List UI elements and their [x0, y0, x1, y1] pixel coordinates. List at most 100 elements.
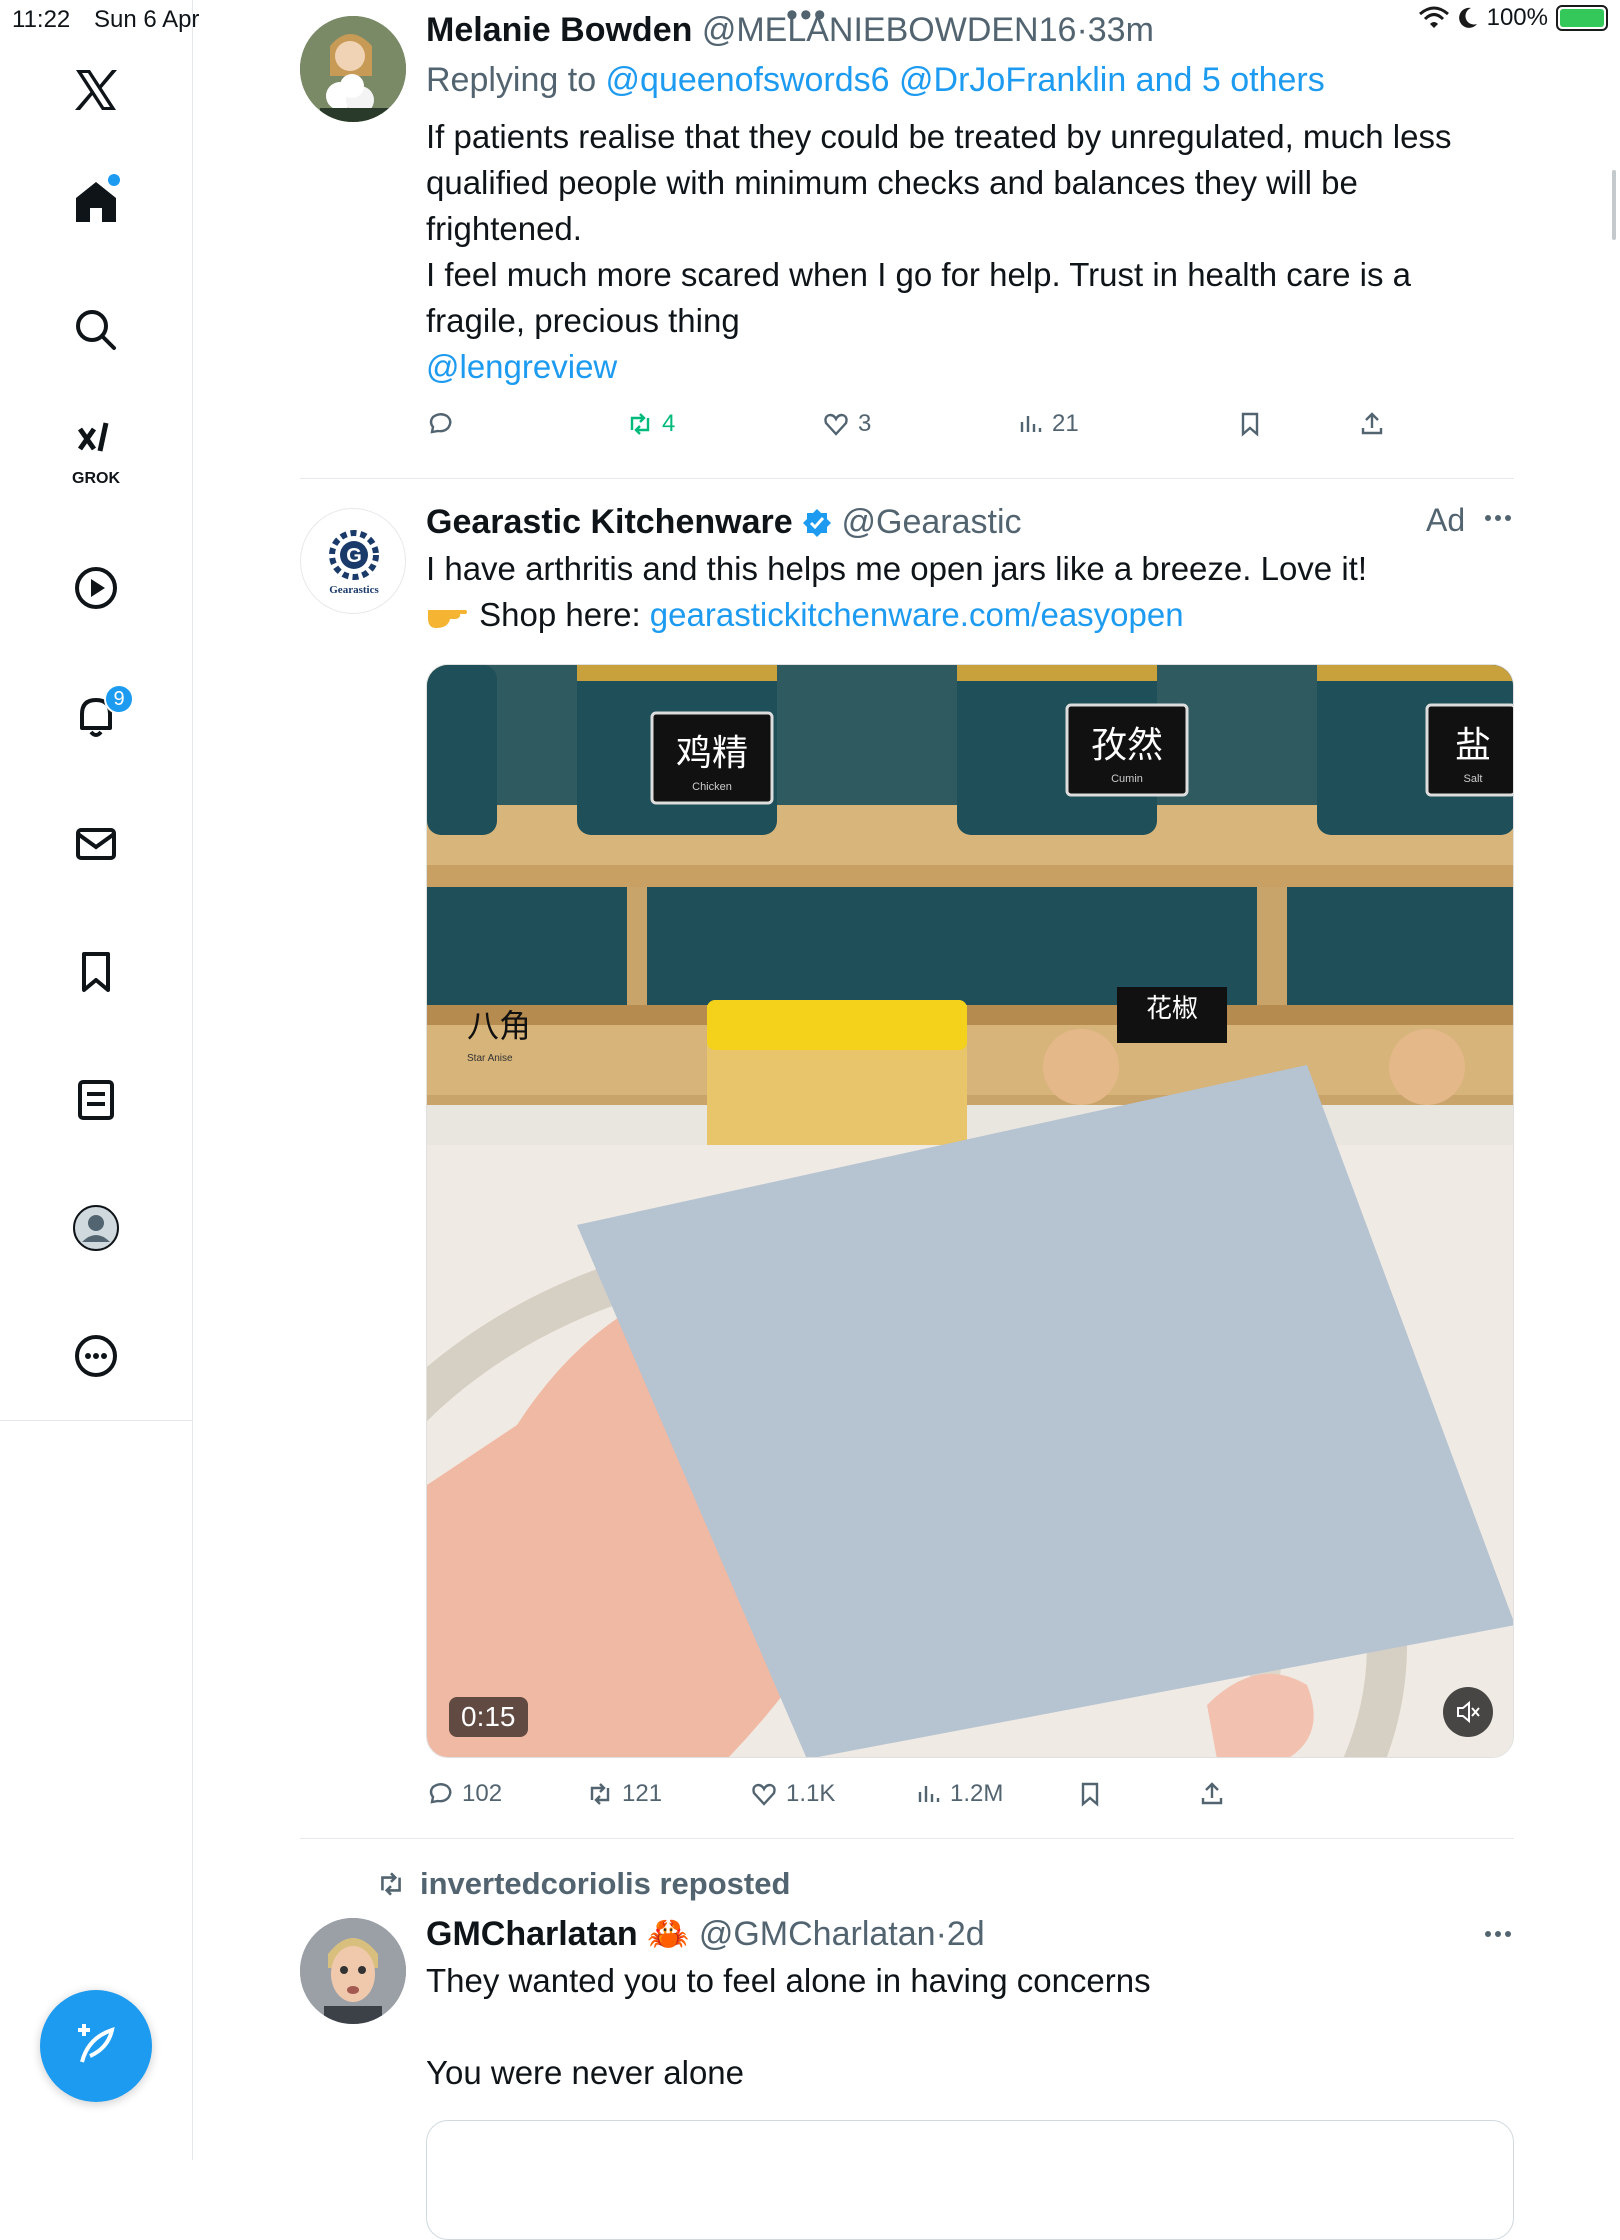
tweet-text-line: If patients realise that they could be t…	[426, 118, 1452, 155]
video-icon	[75, 567, 117, 609]
tweet-time[interactable]: 33m	[1088, 11, 1154, 49]
bookmark-button[interactable]	[1236, 410, 1264, 438]
notifications-badge: 9	[104, 684, 134, 714]
grok-icon	[77, 422, 109, 452]
reply-count: 102	[462, 1780, 503, 1807]
views-button[interactable]: 1.2M	[914, 1780, 1003, 1808]
lists-icon	[78, 1080, 114, 1120]
views-count: 21	[1052, 410, 1079, 437]
tweet-header: Melanie Bowden @MELANIEBOWDEN16·33m	[426, 11, 1154, 49]
tweet-divider	[300, 1838, 1514, 1839]
share-icon	[1201, 1782, 1223, 1805]
scrollbar[interactable]	[1612, 170, 1616, 240]
like-button[interactable]: 3	[822, 410, 871, 438]
shop-prefix: Shop here:	[479, 596, 650, 633]
tweet-divider	[300, 478, 1514, 479]
avatar[interactable]	[300, 1918, 406, 2024]
tweet-more-button[interactable]	[1482, 502, 1514, 541]
tweet-actions: 4 3 21	[426, 410, 1514, 450]
repost-count: 4	[662, 410, 676, 437]
sidebar-item-x-logo[interactable]	[56, 50, 136, 130]
repost-button[interactable]: 4	[626, 410, 675, 438]
video-duration: 0:15	[449, 1697, 528, 1737]
shop-line: Shop here: gearastickitchenware.com/easy…	[426, 592, 1514, 638]
sidebar-item-home[interactable]	[56, 162, 136, 242]
tweet-text-line: qualified people with minimum checks and…	[426, 164, 1358, 201]
avatar-photo	[300, 16, 406, 122]
home-unread-dot	[108, 174, 120, 186]
tweet-more-button[interactable]	[1482, 1918, 1514, 1957]
avatar[interactable]: G Gearastics	[300, 508, 406, 614]
tweet-text: They wanted you to feel alone in having …	[426, 1958, 1514, 2096]
share-button[interactable]	[1198, 1780, 1226, 1808]
sidebar-item-bookmarks[interactable]	[56, 932, 136, 1012]
drawer-label: 花椒	[1146, 994, 1198, 1024]
reply-button[interactable]	[426, 410, 454, 438]
profile-icon	[73, 1205, 119, 1251]
video-player[interactable]: 鸡精 Chicken 孜然 Cumin 盐 Salt 八角 Star Anise…	[426, 664, 1514, 1758]
replying-to-line: Replying to @queenofswords6 @DrJoFrankli…	[426, 58, 1514, 102]
repost-indicator: invertedcoriolis reposted	[376, 1866, 790, 1902]
sidebar-item-lists[interactable]	[56, 1060, 136, 1140]
sidebar-divider	[0, 1420, 193, 1421]
sidebar-item-profile[interactable]	[56, 1188, 136, 1268]
mute-button[interactable]	[1443, 1687, 1493, 1737]
tweet-actions: 102 121 1.1K 1.2M	[426, 1780, 1514, 1820]
pointing-hand-icon	[428, 610, 467, 628]
muted-speaker-icon	[1457, 1700, 1480, 1724]
sidebar-item-more[interactable]	[56, 1316, 136, 1396]
tweet-header: Gearastic Kitchenware @Gearastic	[426, 500, 1514, 544]
sidebar-item-search[interactable]	[56, 290, 136, 370]
sidebar-item-messages[interactable]	[56, 804, 136, 884]
views-button[interactable]: 21	[1016, 410, 1079, 438]
views-icon	[918, 1786, 940, 1802]
jar-sublabel: Chicken	[692, 781, 732, 793]
sidebar-item-notifications[interactable]: 9	[56, 676, 136, 756]
sidebar-item-grok[interactable]: GROK	[56, 410, 136, 490]
heart-icon	[824, 413, 848, 436]
repost-icon	[630, 413, 650, 435]
replying-to-users[interactable]: @queenofswords6 @DrJoFranklin and 5 othe…	[606, 61, 1325, 99]
jar-label: 孜然	[1091, 725, 1163, 766]
sidebar-item-video[interactable]	[56, 548, 136, 628]
like-button[interactable]: 1.1K	[750, 1780, 835, 1808]
shop-link[interactable]: gearastickitchenware.com/easyopen	[650, 596, 1184, 633]
more-horizontal-icon	[1485, 1931, 1511, 1937]
reposted-by[interactable]: invertedcoriolis reposted	[420, 1866, 790, 1902]
jar-label: 鸡精	[676, 733, 748, 774]
tweet-text-line: fragile, precious thing	[426, 302, 740, 339]
author-name[interactable]: Melanie Bowden	[426, 11, 692, 49]
reply-button[interactable]: 102	[426, 1780, 502, 1808]
author-handle[interactable]: @GMCharlatan	[699, 1915, 936, 1953]
views-icon	[1020, 416, 1042, 432]
repost-icon	[381, 1872, 401, 1896]
author-name[interactable]: GMCharlatan	[426, 1915, 638, 1953]
mention-link[interactable]: @lengreview	[426, 344, 1514, 390]
author-handle[interactable]: @Gearastic	[842, 503, 1022, 541]
messages-icon	[76, 828, 116, 860]
author-name[interactable]: Gearastic Kitchenware	[426, 503, 793, 541]
x-logo-icon	[75, 70, 117, 110]
compose-button[interactable]	[40, 1990, 152, 2102]
quoted-tweet-card[interactable]	[426, 2120, 1514, 2240]
repost-count: 121	[622, 1780, 663, 1807]
more-icon	[75, 1335, 117, 1377]
repost-button[interactable]: 121	[586, 1780, 662, 1808]
video-frame: 鸡精 Chicken 孜然 Cumin 盐 Salt 八角 Star Anise…	[427, 665, 1513, 1757]
tweet-time[interactable]: 2d	[947, 1915, 985, 1953]
avatar[interactable]	[300, 16, 406, 122]
share-icon	[1361, 412, 1383, 435]
bookmark-icon	[1081, 1782, 1099, 1807]
tweet-text-line: You were never alone	[426, 2054, 745, 2091]
share-button[interactable]	[1358, 410, 1386, 438]
tweet-text-line: I feel much more scared when I go for he…	[426, 256, 1411, 293]
tweet-text-line: frightened.	[426, 210, 582, 247]
repost-icon	[590, 1783, 610, 1805]
svg-text:G: G	[346, 545, 362, 567]
bookmarks-icon	[82, 952, 110, 992]
avatar-text: Gearastics	[329, 584, 379, 596]
author-handle[interactable]: @MELANIEBOWDEN16	[702, 11, 1077, 49]
grok-label: GROK	[72, 470, 120, 487]
jar-label: 盐	[1455, 725, 1491, 766]
bookmark-button[interactable]	[1076, 1780, 1104, 1808]
